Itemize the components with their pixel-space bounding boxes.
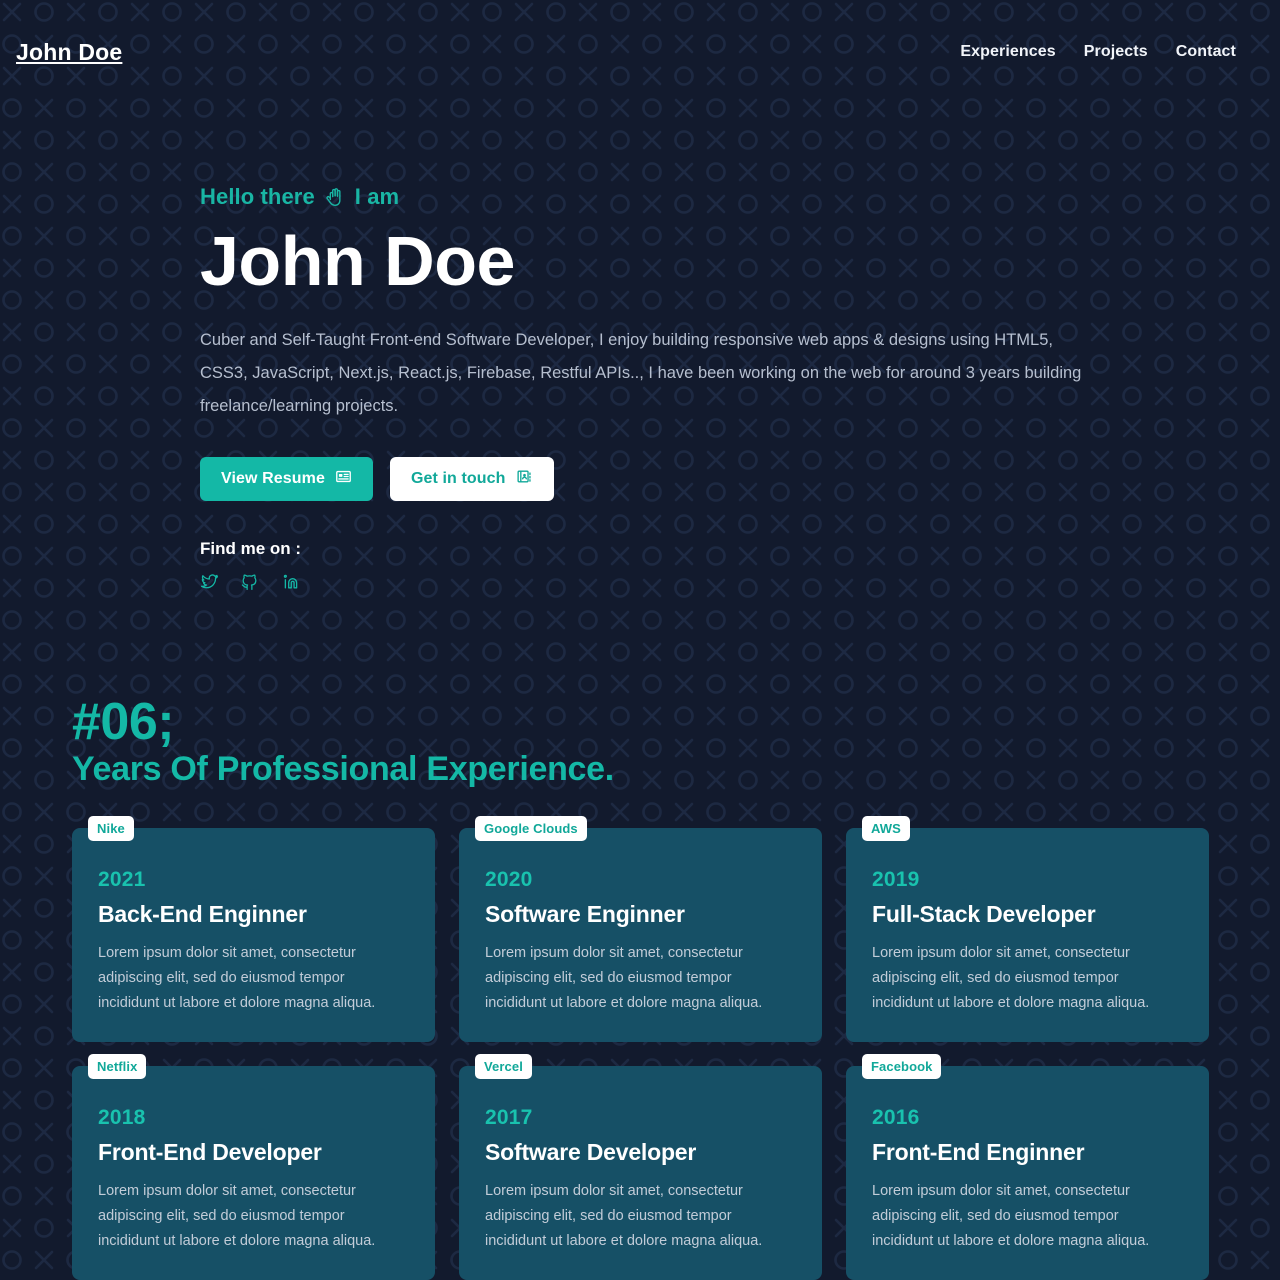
find-me-label: Find me on : — [200, 538, 302, 558]
hero-greeting-after: I am — [354, 184, 400, 209]
twitter-icon — [200, 572, 219, 596]
experience-grid: Nike 2021 Back-End Enginner Lorem ipsum … — [72, 816, 1209, 1280]
waving-hand-icon — [324, 186, 346, 208]
company-badge: Google Clouds — [475, 816, 587, 842]
experience-role: Software Developer — [485, 1138, 697, 1165]
hero-greeting: Hello there I am — [200, 184, 1280, 210]
experience-card[interactable]: Google Clouds 2020 Software Enginner Lor… — [459, 816, 822, 1042]
experience-description: Lorem ipsum dolor sit amet, consectetur … — [98, 945, 376, 1011]
main-navigation: Experiences Projects Contact — [960, 43, 1236, 61]
linkedin-icon — [280, 572, 299, 596]
linkedin-link[interactable] — [280, 572, 299, 596]
experience-year: 2019 — [872, 868, 920, 892]
hero-greeting-before: Hello there — [200, 184, 315, 209]
nav-link-experiences[interactable]: Experiences — [960, 43, 1055, 61]
experience-description: Lorem ipsum dolor sit amet, consectetur … — [485, 1182, 763, 1249]
experience-role: Back-End Enginner — [98, 901, 307, 928]
experience-card[interactable]: Netflix 2018 Front-End Developer Lorem i… — [72, 1053, 435, 1280]
experience-role: Software Enginner — [485, 901, 685, 928]
experience-year: 2020 — [485, 868, 533, 892]
experience-card[interactable]: Vercel 2017 Software Developer Lorem ips… — [459, 1053, 822, 1280]
experience-description: Lorem ipsum dolor sit amet, consectetur … — [485, 945, 763, 1011]
experience-description: Lorem ipsum dolor sit amet, consectetur … — [98, 1182, 376, 1249]
experience-section: #06; Years Of Professional Experience. N… — [0, 596, 1280, 1280]
view-resume-button[interactable]: View Resume — [200, 456, 373, 501]
brand-logo[interactable]: John Doe — [16, 39, 122, 66]
github-link[interactable] — [240, 572, 259, 596]
get-in-touch-label: Get in touch — [410, 469, 506, 487]
experience-year: 2018 — [98, 1105, 146, 1129]
experience-heading: Years Of Professional Experience. — [72, 749, 614, 788]
nav-link-contact[interactable]: Contact — [1176, 43, 1236, 61]
experience-year: 2021 — [98, 868, 146, 892]
experience-description: Lorem ipsum dolor sit amet, consectetur … — [872, 1182, 1150, 1249]
hero-description: Cuber and Self-Taught Front-end Software… — [200, 330, 1082, 415]
hero-name: John Doe — [200, 222, 515, 300]
github-icon — [240, 572, 259, 596]
company-badge: Netflix — [88, 1053, 147, 1079]
company-badge: Facebook — [862, 1053, 942, 1079]
social-links — [200, 572, 1280, 596]
twitter-link[interactable] — [200, 572, 219, 596]
site-header: John Doe Experiences Projects Contact — [0, 0, 1280, 104]
company-badge: Nike — [88, 816, 134, 842]
experience-role: Front-End Developer — [98, 1138, 322, 1165]
experience-role: Front-End Enginner — [872, 1138, 1085, 1165]
experience-count: #06; — [72, 692, 175, 751]
experience-description: Lorem ipsum dolor sit amet, consectetur … — [872, 945, 1150, 1011]
card-index-icon — [516, 468, 533, 490]
experience-card[interactable]: Facebook 2016 Front-End Enginner Lorem i… — [846, 1053, 1209, 1280]
hero-section: Hello there I am John Doe Cuber and Self… — [0, 104, 1280, 596]
view-resume-label: View Resume — [221, 469, 325, 487]
experience-year: 2017 — [485, 1105, 533, 1129]
experience-card[interactable]: AWS 2019 Full-Stack Developer Lorem ipsu… — [846, 816, 1209, 1042]
get-in-touch-button[interactable]: Get in touch — [389, 456, 554, 501]
experience-year: 2016 — [872, 1105, 920, 1129]
experience-role: Full-Stack Developer — [872, 901, 1096, 928]
identification-card-icon — [335, 468, 352, 490]
company-badge: Vercel — [475, 1053, 532, 1079]
hero-actions: View Resume Get in touch — [200, 456, 1280, 501]
experience-card[interactable]: Nike 2021 Back-End Enginner Lorem ipsum … — [72, 816, 435, 1042]
nav-link-projects[interactable]: Projects — [1084, 43, 1148, 61]
company-badge: AWS — [862, 816, 910, 842]
